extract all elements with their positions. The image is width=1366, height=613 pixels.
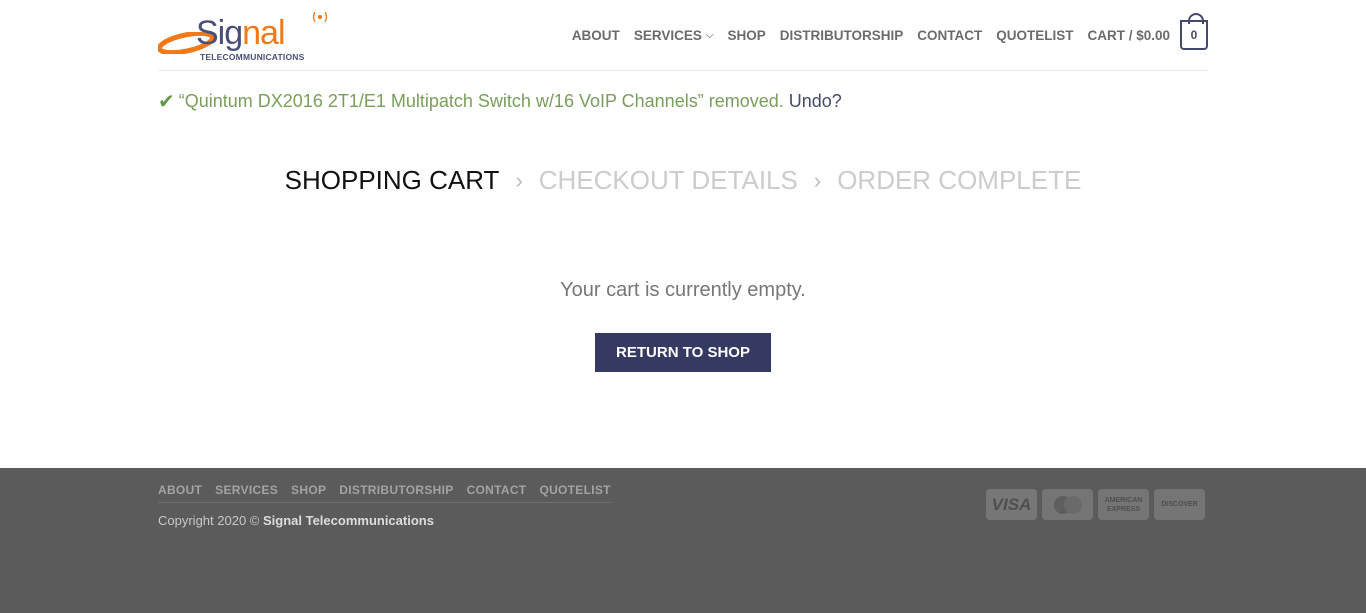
nav-quotelist[interactable]: QUOTELIST (996, 28, 1073, 43)
payment-methods: VISA AMERICAN EXPRESS DISCOVER (981, 489, 1205, 520)
copyright-prefix: Copyright 2020 © (158, 513, 260, 528)
return-to-shop-button[interactable]: RETURN TO SHOP (595, 333, 771, 372)
main-nav: ABOUT SERVICES ⌵ SHOP DISTRIBUTORSHIP CO… (572, 13, 1208, 52)
checkout-steps: SHOPPING CART › CHECKOUT DETAILS › ORDER… (0, 165, 1366, 196)
logo-wordmark: Signal (196, 14, 286, 52)
footer-nav-services[interactable]: SERVICES (215, 483, 278, 497)
empty-cart-message: Your cart is currently empty. (560, 279, 806, 301)
step-checkout-details[interactable]: CHECKOUT DETAILS (539, 165, 798, 196)
footer-nav-distributorship[interactable]: DISTRIBUTORSHIP (339, 483, 453, 497)
mastercard-icon (1042, 489, 1093, 520)
nav-contact[interactable]: CONTACT (917, 28, 982, 43)
notice-message: “Quintum DX2016 2T1/E1 Multipatch Switch… (178, 91, 784, 111)
american-express-icon: AMERICAN EXPRESS (1098, 489, 1149, 520)
step-shopping-cart[interactable]: SHOPPING CART (285, 165, 500, 196)
nav-services[interactable]: SERVICES ⌵ (634, 28, 714, 43)
amex-label: AMERICAN EXPRESS (1104, 496, 1143, 513)
nav-about[interactable]: ABOUT (572, 28, 620, 43)
signal-waves-icon (312, 11, 328, 23)
nav-shop[interactable]: SHOP (727, 28, 765, 43)
site-logo[interactable]: Signal TELECOMMUNICATIONS (158, 10, 333, 62)
nav-services-label: SERVICES (633, 27, 702, 43)
removed-item-notice: ✔ “Quintum DX2016 2T1/E1 Multipatch Swit… (158, 89, 842, 114)
nav-distributorship[interactable]: DISTRIBUTORSHIP (780, 28, 904, 43)
footer-nav-contact[interactable]: CONTACT (467, 483, 527, 497)
discover-icon: DISCOVER (1154, 489, 1205, 520)
chevron-right-icon: › (515, 167, 523, 193)
mastercard-circles-icon (1053, 495, 1082, 514)
copyright-company: Signal Telecommunications (262, 513, 434, 528)
site-footer: ABOUT SERVICES SHOP DISTRIBUTORSHIP CONT… (0, 468, 1366, 613)
visa-icon: VISA (986, 489, 1037, 520)
footer-nav-about[interactable]: ABOUT (158, 483, 202, 497)
site-header: Signal TELECOMMUNICATIONS ABOUT SERVICES… (158, 0, 1208, 71)
nav-cart[interactable]: CART / $0.00 0 (1087, 13, 1208, 50)
footer-nav: ABOUT SERVICES SHOP DISTRIBUTORSHIP CONT… (158, 483, 611, 503)
chevron-right-icon: › (813, 167, 822, 193)
cart-total: CART / $0.00 (1087, 27, 1170, 43)
undo-link[interactable]: Undo? (789, 91, 842, 112)
discover-label: DISCOVER (1161, 501, 1198, 508)
copyright: Copyright 2020 © Signal Telecommunicatio… (158, 513, 434, 528)
checkmark-icon: ✔ (158, 91, 175, 113)
footer-nav-shop[interactable]: SHOP (291, 483, 326, 497)
cart-bag-icon[interactable]: 0 (1180, 13, 1208, 50)
step-order-complete: ORDER COMPLETE (837, 165, 1082, 195)
cart-count: 0 (1190, 28, 1198, 42)
chevron-down-icon: ⌵ (705, 29, 714, 41)
logo-tagline: TELECOMMUNICATIONS (200, 52, 305, 62)
footer-nav-quotelist[interactable]: QUOTELIST (539, 483, 610, 497)
